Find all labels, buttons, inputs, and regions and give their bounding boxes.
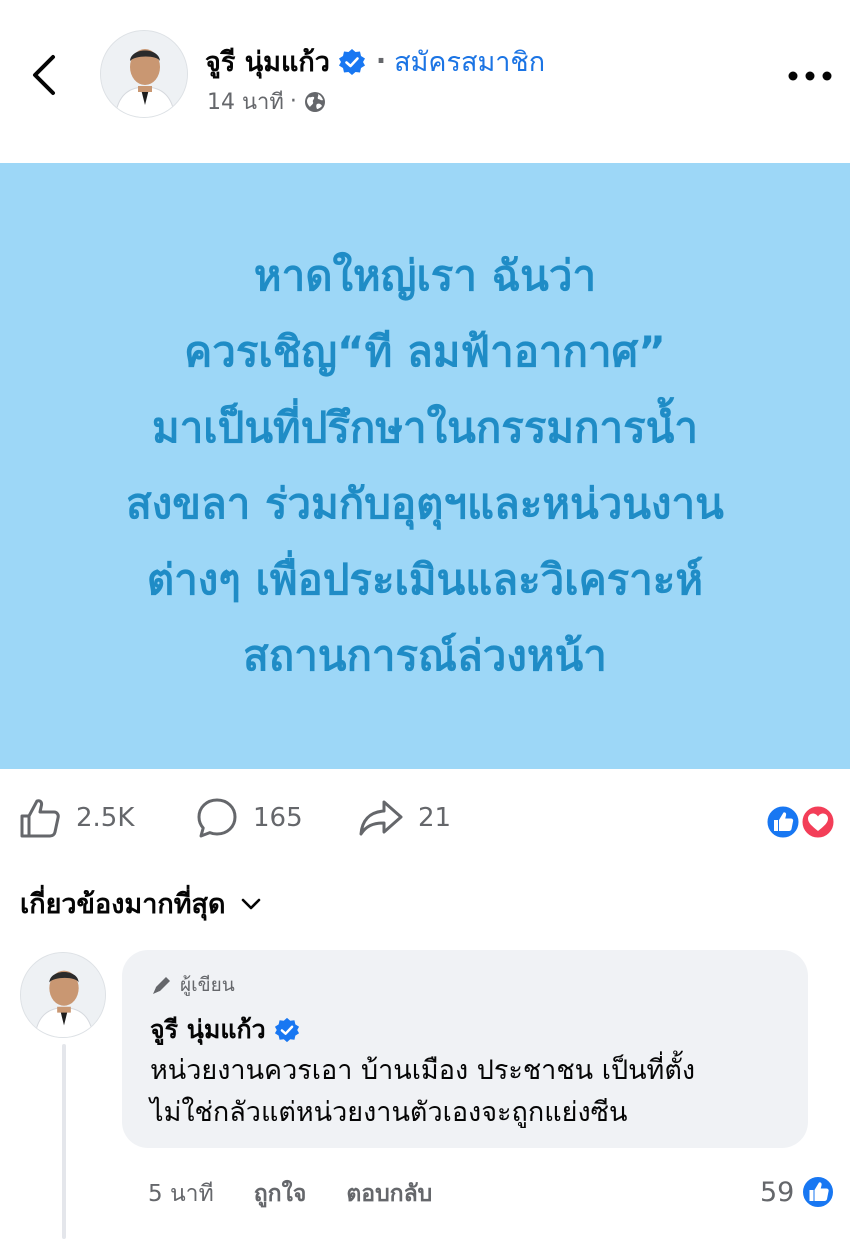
back-button[interactable] <box>22 50 66 100</box>
avatar-image <box>21 953 105 1037</box>
like-icon <box>20 799 60 838</box>
comment-like-number: 59 <box>760 1176 795 1208</box>
comment-time[interactable]: 5 นาที <box>148 1176 214 1212</box>
post-text-card[interactable]: หาดใหญ่เรา ฉันว่า ควรเชิญ“ที ลมฟ้าอากาศ”… <box>0 163 850 769</box>
action-bar: 2.5K 165 21 <box>0 790 850 854</box>
comment-like-button[interactable]: ถูกใจ <box>254 1176 307 1212</box>
author-avatar[interactable] <box>100 30 188 118</box>
author-badge-label: ผู้เขียน <box>180 974 235 996</box>
post-meta: 14 นาที · <box>207 84 327 119</box>
comment-button[interactable]: 165 <box>195 796 303 840</box>
comment-line: ไม่ใช่กลัวแต่หน่วยงานตัวเองจะถูกแย่งซีน <box>150 1097 628 1128</box>
post-header: จูรี นุ่มแก้ว · สมัครสมาชิก 14 นาที · <box>0 0 850 150</box>
comment-footer: 5 นาที ถูกใจ ตอบกลับ <box>148 1176 472 1212</box>
share-count: 21 <box>418 803 452 833</box>
comment-icon <box>197 798 237 838</box>
like-reaction-icon <box>801 1175 836 1209</box>
commenter-name-row: จูรี นุ่มแก้ว <box>150 1010 300 1050</box>
like-count: 2.5K <box>76 803 135 833</box>
like-reaction-icon <box>764 803 802 841</box>
post-time[interactable]: 14 นาที <box>207 84 284 119</box>
name-separator: · <box>375 46 387 77</box>
verified-badge-icon <box>338 48 365 75</box>
author-name-row: จูรี นุ่มแก้ว · สมัครสมาชิก <box>205 40 545 83</box>
reaction-icons <box>764 803 837 841</box>
comment-reply-button[interactable]: ตอบกลับ <box>346 1176 432 1212</box>
pen-icon <box>153 977 170 994</box>
comment-line: หน่วยงานควรเอา บ้านเมือง ประชาชน เป็นที่… <box>150 1055 696 1086</box>
post-text: หาดใหญ่เรา ฉันว่า ควรเชิญ“ที ลมฟ้าอากาศ”… <box>126 238 724 694</box>
post-line: มาเป็นที่ปรึกษาในกรรมการน้ำ <box>152 403 698 452</box>
like-button[interactable]: 2.5K <box>18 796 134 840</box>
post-line: ควรเชิญ“ที ลมฟ้าอากาศ” <box>184 327 666 376</box>
thread-line <box>62 1044 66 1239</box>
commenter-name[interactable]: จูรี นุ่มแก้ว <box>150 1010 266 1050</box>
chevron-down-icon <box>241 898 260 909</box>
comment-sort-dropdown[interactable]: เกี่ยวข้องมากที่สุด <box>20 882 262 925</box>
reactions-summary[interactable] <box>762 802 842 842</box>
post-line: หาดใหญ่เรา ฉันว่า <box>253 251 597 300</box>
post-line: สถานการณ์ล่วงหน้า <box>243 631 607 680</box>
join-link[interactable]: สมัครสมาชิก <box>394 40 545 83</box>
sort-label: เกี่ยวข้องมากที่สุด <box>20 889 226 920</box>
post-line: ต่างๆ เพื่อประเมินและวิเคราะห์ <box>146 555 704 604</box>
author-badge: ผู้เขียน <box>150 970 235 1000</box>
chevron-left-icon <box>33 55 55 95</box>
share-button[interactable]: 21 <box>358 796 451 840</box>
more-options-button[interactable] <box>782 58 838 94</box>
comment-bubble[interactable]: ผู้เขียน จูรี นุ่มแก้ว หน่วยงานควรเอา บ้… <box>122 950 808 1148</box>
commenter-avatar[interactable] <box>20 952 106 1038</box>
avatar-image <box>101 31 187 117</box>
globe-icon <box>304 91 325 112</box>
comment-like-count[interactable]: 59 <box>760 1174 836 1210</box>
verified-badge-icon <box>274 1017 299 1043</box>
love-reaction-icon <box>799 803 837 841</box>
post-line: สงขลา ร่วมกับอุตุฯและหน่วนงาน <box>126 479 724 528</box>
more-horizontal-icon <box>788 71 832 81</box>
comment-count: 165 <box>253 803 303 833</box>
meta-separator: · <box>289 89 297 114</box>
comment-text: หน่วยงานควรเอา บ้านเมือง ประชาชน เป็นที่… <box>150 1050 695 1134</box>
author-name[interactable]: จูรี นุ่มแก้ว <box>205 40 330 83</box>
share-icon <box>359 800 403 836</box>
